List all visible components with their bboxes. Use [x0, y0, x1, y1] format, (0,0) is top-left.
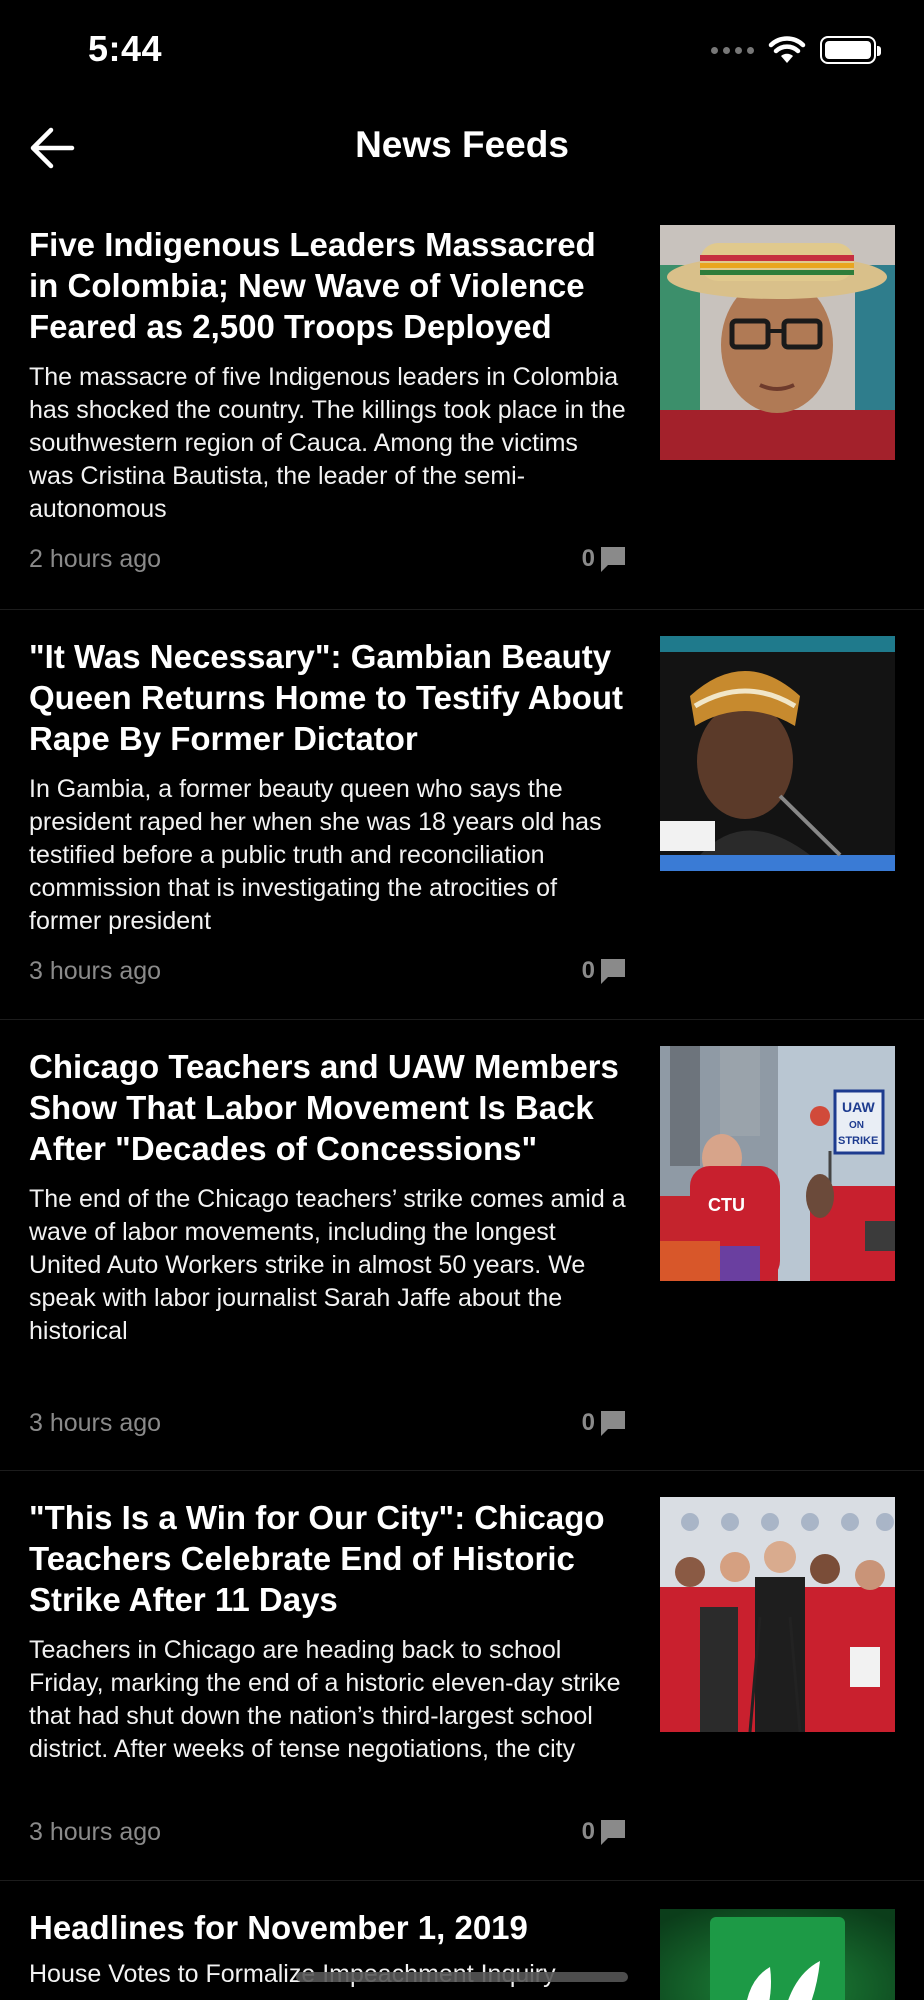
comment-bubble-icon: [601, 547, 625, 572]
comment-bubble-icon: [601, 959, 625, 984]
status-bar: 5:44: [0, 0, 924, 100]
article-meta: 3 hours ago 0: [29, 1815, 627, 1849]
article-timestamp: 3 hours ago: [29, 1817, 162, 1846]
comment-count[interactable]: 0: [582, 957, 627, 985]
article-title: Chicago Teachers and UAW Members Show Th…: [29, 1048, 619, 1167]
home-indicator[interactable]: [296, 1972, 628, 1982]
article-title: Five Indigenous Leaders Massacred in Col…: [29, 226, 596, 345]
article-thumbnail[interactable]: [660, 1497, 895, 1732]
comment-count-value: 0: [581, 1409, 595, 1436]
article-list-item[interactable]: Headlines for November 1, 2019 House Vot…: [0, 1881, 924, 2000]
article-thumbnail[interactable]: CTU UAW ON STRIKE: [660, 1046, 895, 1281]
status-time: 5:44: [88, 28, 163, 69]
comment-count-value: 0: [581, 957, 595, 984]
comment-count-value: 0: [581, 545, 595, 572]
article-photo: [660, 1497, 895, 1732]
sign-ctu: CTU: [708, 1195, 745, 1215]
article-timestamp: 3 hours ago: [29, 956, 162, 985]
cellular-signal-icon: [711, 46, 754, 54]
article-thumbnail[interactable]: [660, 636, 895, 871]
article-title: "It Was Necessary": Gambian Beauty Queen…: [29, 638, 624, 757]
article-summary: In Gambia, a former beauty queen who say…: [29, 775, 602, 935]
article-list-item[interactable]: "This Is a Win for Our City": Chicago Te…: [0, 1471, 924, 1881]
article-summary: The massacre of five Indigenous leaders …: [29, 363, 626, 523]
article-photo: [660, 225, 895, 460]
status-icons: [711, 32, 881, 68]
article-list-item[interactable]: "It Was Necessary": Gambian Beauty Queen…: [0, 610, 924, 1020]
comment-count[interactable]: 0: [582, 1409, 627, 1437]
article-timestamp: 3 hours ago: [29, 1408, 162, 1437]
navigation-bar: News Feeds: [0, 100, 924, 196]
page-title: News Feeds: [355, 124, 569, 165]
comment-bubble-icon: [601, 1411, 625, 1436]
sign-on: ON: [849, 1120, 864, 1131]
article-timestamp: 2 hours ago: [29, 544, 162, 573]
article-title: "This Is a Win for Our City": Chicago Te…: [29, 1499, 605, 1618]
article-list-item[interactable]: Chicago Teachers and UAW Members Show Th…: [0, 1020, 924, 1471]
news-feed-list[interactable]: Five Indigenous Leaders Massacred in Col…: [0, 200, 924, 2000]
battery-icon: [820, 36, 881, 64]
article-list-item[interactable]: Five Indigenous Leaders Massacred in Col…: [0, 200, 924, 610]
article-thumbnail[interactable]: [660, 225, 895, 460]
comment-count[interactable]: 0: [582, 1818, 627, 1846]
article-meta: 3 hours ago 0: [29, 954, 627, 988]
article-photo: [660, 636, 895, 871]
article-meta: 2 hours ago 0: [29, 542, 627, 576]
democracy-now-logo-icon: [660, 1909, 895, 2000]
comment-count[interactable]: 0: [582, 545, 627, 573]
article-meta: 3 hours ago 0: [29, 1406, 627, 1440]
wifi-icon: [768, 36, 806, 63]
article-title: Headlines for November 1, 2019: [29, 1909, 528, 1946]
article-summary: The end of the Chicago teachers’ strike …: [29, 1185, 626, 1345]
article-summary: Teachers in Chicago are heading back to …: [29, 1636, 621, 1763]
article-photo: CTU UAW ON STRIKE: [660, 1046, 895, 1281]
article-thumbnail[interactable]: [660, 1909, 895, 2000]
sign-strike: STRIKE: [838, 1135, 878, 1147]
sign-uaw: UAW: [842, 1099, 875, 1115]
comment-count-value: 0: [581, 1818, 595, 1845]
comment-bubble-icon: [601, 1820, 625, 1845]
